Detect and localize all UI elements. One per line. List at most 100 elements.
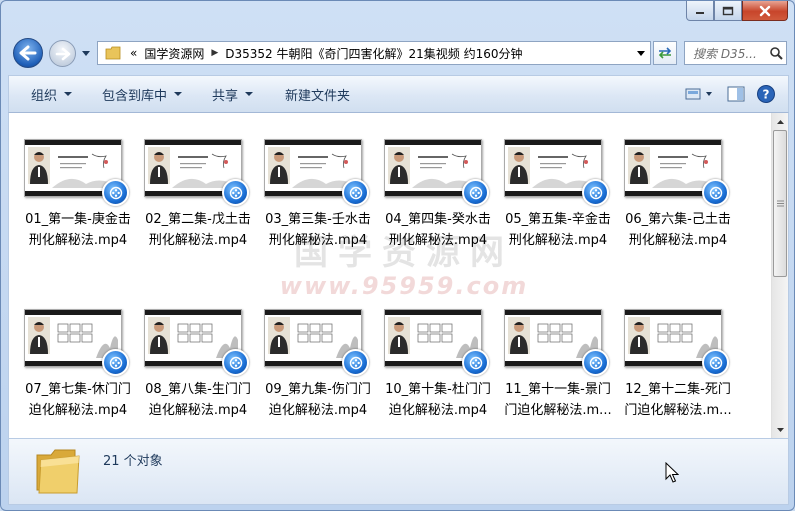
- file-name-line1: 06_第六集-己土击: [625, 212, 731, 227]
- file-name-line2: 刑化解秘法.mp4: [388, 233, 488, 248]
- presenter-image: [268, 317, 290, 354]
- file-name: 11_第十一集-景门 门迫化解秘法.m...: [496, 379, 620, 421]
- preview-pane-button[interactable]: [726, 82, 746, 106]
- minimize-icon: [696, 11, 704, 14]
- presenter-image: [388, 147, 410, 184]
- file-name: 12_第十二集-死门 门迫化解秘法.m...: [616, 379, 740, 421]
- file-name-line2: 迫化解秘法.mp4: [268, 403, 368, 418]
- back-arrow-icon: [19, 45, 37, 61]
- file-name: 08_第八集-生门门 迫化解秘法.mp4: [136, 379, 260, 421]
- chevron-down-icon: [174, 92, 183, 96]
- file-name-line1: 04_第四集-癸水击: [385, 212, 491, 227]
- presenter-image: [148, 147, 170, 184]
- include-in-library-label: 包含到库中: [102, 88, 168, 104]
- help-icon: ?: [757, 85, 775, 103]
- svg-text:?: ?: [763, 88, 770, 102]
- grip-icon: [776, 200, 784, 207]
- file-name-line1: 12_第十二集-死门: [625, 382, 731, 397]
- file-list-view[interactable]: 国学资源网 www.95959.com 01_第一集-庚金击 刑化解秘法.mp4 0…: [8, 113, 789, 438]
- chevron-down-icon: [637, 50, 645, 56]
- file-name: 01_第一集-庚金击 刑化解秘法.mp4: [16, 209, 140, 251]
- watermark-url: www.95959.com: [279, 272, 529, 300]
- presenter-image: [508, 317, 530, 354]
- play-icon: [102, 179, 129, 206]
- address-dropdown-button[interactable]: [632, 42, 650, 64]
- breadcrumb: « 国学资源网 ▶ D35352 牛朝阳《奇门四害化解》21集视频 约160分钟: [123, 45, 632, 62]
- play-icon: [342, 349, 369, 376]
- file-name-line2: 刑化解秘法.mp4: [268, 233, 368, 248]
- file-name: 09_第九集-伤门门 迫化解秘法.mp4: [256, 379, 380, 421]
- chevron-up-icon: [776, 119, 784, 124]
- folder-icon: [36, 449, 80, 494]
- mouse-cursor-icon: [665, 462, 679, 483]
- play-icon: [222, 349, 249, 376]
- file-name-line2: 迫化解秘法.mp4: [388, 403, 488, 418]
- file-name-line1: 03_第三集-壬水击: [265, 212, 371, 227]
- presenter-image: [28, 317, 50, 354]
- presenter-image: [148, 317, 170, 354]
- breadcrumb-item-folder[interactable]: D35352 牛朝阳《奇门四害化解》21集视频 约160分钟: [225, 45, 522, 62]
- navigation-row: « 国学资源网 ▶ D35352 牛朝阳《奇门四害化解》21集视频 约160分钟…: [1, 35, 794, 69]
- item-count: 21 个对象: [103, 454, 163, 469]
- file-name-line2: 刑化解秘法.mp4: [628, 233, 728, 248]
- file-name-line2: 刑化解秘法.mp4: [148, 233, 248, 248]
- share-label: 共享: [212, 88, 239, 104]
- breadcrumb-item-site[interactable]: 国学资源网: [144, 45, 204, 62]
- share-button[interactable]: 共享: [203, 81, 262, 107]
- maximize-button[interactable]: [714, 1, 742, 21]
- refresh-button[interactable]: [653, 41, 677, 65]
- command-bar-right: ?: [684, 82, 788, 106]
- file-name-line1: 09_第九集-伤门门: [265, 382, 371, 397]
- scroll-down-button[interactable]: [772, 421, 788, 438]
- file-name-line1: 10_第十集-杜门门: [385, 382, 491, 397]
- search-icon[interactable]: [766, 42, 786, 64]
- forward-button[interactable]: [49, 40, 76, 67]
- file-name-line1: 11_第十一集-景门: [505, 382, 611, 397]
- breadcrumb-overflow[interactable]: «: [130, 46, 137, 60]
- new-folder-label: 新建文件夹: [285, 88, 351, 104]
- preview-pane-icon: [727, 86, 745, 102]
- explorer-window: « 国学资源网 ▶ D35352 牛朝阳《奇门四害化解》21集视频 约160分钟…: [0, 0, 795, 511]
- file-name: 06_第六集-己土击 刑化解秘法.mp4: [616, 209, 740, 251]
- include-in-library-button[interactable]: 包含到库中: [93, 81, 191, 107]
- scrollbar-thumb[interactable]: [773, 130, 787, 277]
- chevron-down-icon: [64, 92, 73, 96]
- help-button[interactable]: ?: [756, 82, 776, 106]
- scroll-up-button[interactable]: [772, 113, 788, 130]
- presenter-image: [268, 147, 290, 184]
- vertical-scrollbar[interactable]: [771, 113, 788, 438]
- change-view-button[interactable]: [684, 82, 716, 106]
- recent-pages-button[interactable]: [80, 48, 92, 58]
- search-box[interactable]: 搜索 D35...: [684, 41, 787, 65]
- view-icon: [685, 88, 712, 100]
- presenter-image: [388, 317, 410, 354]
- minimize-button[interactable]: [686, 1, 714, 21]
- address-bar[interactable]: « 国学资源网 ▶ D35352 牛朝阳《奇门四害化解》21集视频 约160分钟: [97, 41, 651, 65]
- chevron-down-icon: [776, 427, 784, 432]
- play-icon: [222, 179, 249, 206]
- close-button[interactable]: [742, 1, 788, 21]
- maximize-icon: [722, 6, 734, 15]
- file-name-line2: 刑化解秘法.mp4: [28, 233, 128, 248]
- file-name-line1: 01_第一集-庚金击: [25, 212, 131, 227]
- new-folder-button[interactable]: 新建文件夹: [276, 81, 359, 107]
- presenter-image: [628, 317, 650, 354]
- organize-button[interactable]: 组织: [22, 81, 81, 107]
- file-name: 07_第七集-休门门 迫化解秘法.mp4: [16, 379, 140, 421]
- command-bar: 组织 包含到库中 共享 新建文件夹 ?: [8, 75, 789, 113]
- play-icon: [702, 179, 729, 206]
- file-name-line1: 05_第五集-辛金击: [505, 212, 611, 227]
- play-icon: [462, 179, 489, 206]
- file-name-line2: 迫化解秘法.mp4: [28, 403, 128, 418]
- file-name-line1: 08_第八集-生门门: [145, 382, 251, 397]
- file-name: 02_第二集-戊土击 刑化解秘法.mp4: [136, 209, 260, 251]
- breadcrumb-separator-icon[interactable]: ▶: [211, 48, 218, 58]
- file-name-line1: 07_第七集-休门门: [25, 382, 131, 397]
- chevron-down-icon: [82, 50, 90, 56]
- play-icon: [462, 349, 489, 376]
- refresh-icon: [658, 47, 672, 59]
- chevron-down-icon: [245, 92, 254, 96]
- search-input[interactable]: 搜索 D35...: [685, 45, 766, 62]
- back-button[interactable]: [13, 38, 43, 68]
- play-icon: [702, 349, 729, 376]
